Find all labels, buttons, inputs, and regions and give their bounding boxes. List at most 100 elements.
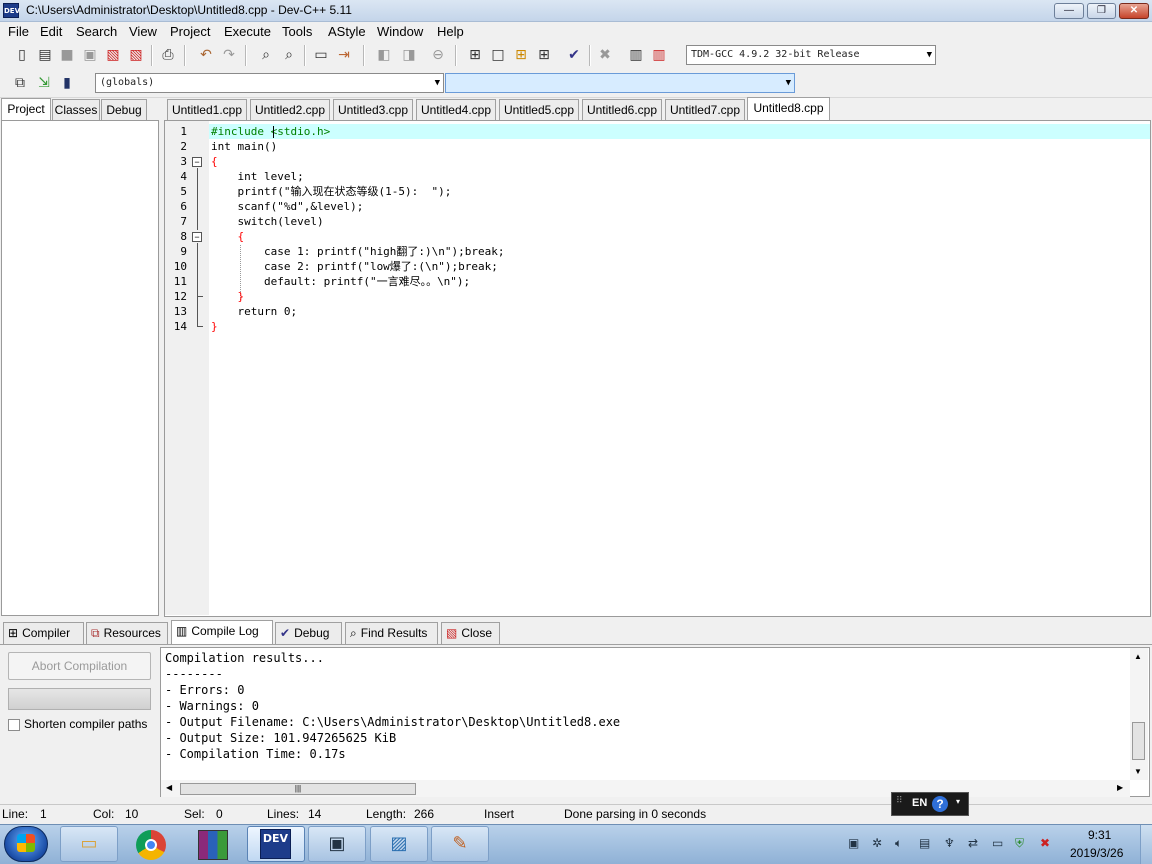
log-vertical-scrollbar[interactable] bbox=[1130, 648, 1148, 780]
tab-compiler[interactable]: ⊞ Compiler bbox=[3, 622, 84, 644]
profile-icon[interactable]: ▥ bbox=[626, 45, 646, 65]
scope-select[interactable]: (globals) ▼ bbox=[95, 73, 444, 93]
drag-handle-icon[interactable]: ⠿ bbox=[896, 796, 903, 806]
print-icon[interactable]: ⎙ bbox=[158, 45, 178, 65]
fold-toggle-icon[interactable]: − bbox=[192, 157, 202, 167]
unindent-icon[interactable]: ◧ bbox=[374, 45, 394, 65]
toggle-comment-icon[interactable]: ⊖ bbox=[428, 45, 448, 65]
code-line-8[interactable]: { bbox=[211, 229, 244, 244]
tray-usb-icon[interactable]: ♆ bbox=[944, 836, 955, 850]
editor-tab-untitled8[interactable]: Untitled8.cpp bbox=[747, 97, 830, 120]
menu-search[interactable]: Search bbox=[76, 24, 117, 39]
help-icon[interactable]: ? bbox=[932, 796, 948, 812]
minimize-button[interactable]: — bbox=[1054, 3, 1084, 19]
code-line-10[interactable]: case 2: printf("low爆了:(\n");break; bbox=[211, 259, 498, 274]
project-tree[interactable] bbox=[1, 120, 159, 616]
log-vertical-scroll-thumb[interactable] bbox=[1132, 722, 1145, 760]
bookmark-icon[interactable]: ⇥ bbox=[334, 45, 354, 65]
scroll-left-icon[interactable]: ◀ bbox=[166, 783, 172, 792]
shorten-paths-checkbox[interactable] bbox=[8, 719, 20, 731]
tray-security-icon[interactable]: ⛨ bbox=[1015, 836, 1024, 851]
new-file-icon[interactable]: ▯ bbox=[12, 45, 32, 65]
tab-compile-log[interactable]: ▥ Compile Log bbox=[171, 620, 273, 644]
goto-line-icon[interactable]: ▭ bbox=[311, 45, 331, 65]
open-file-icon[interactable]: ▤ bbox=[35, 45, 55, 65]
close-button[interactable]: ✕ bbox=[1119, 3, 1149, 19]
code-line-6[interactable]: scanf("%d",&level); bbox=[211, 199, 363, 214]
scroll-right-icon[interactable]: ▶ bbox=[1117, 783, 1123, 792]
taskbar-notepad-icon[interactable]: ▣ bbox=[308, 826, 366, 862]
undo-icon[interactable]: ↶ bbox=[196, 45, 216, 65]
code-line-3[interactable]: { bbox=[211, 154, 218, 169]
code-line-4[interactable]: int level; bbox=[211, 169, 303, 184]
editor-tab-untitled6[interactable]: Untitled6.cpp bbox=[582, 99, 662, 120]
scroll-up-icon[interactable]: ▲ bbox=[1134, 652, 1142, 661]
tab-close[interactable]: ▧ Close bbox=[441, 622, 500, 644]
tab-project[interactable]: Project bbox=[1, 98, 51, 120]
code-line-7[interactable]: switch(level) bbox=[211, 214, 323, 229]
editor-tab-untitled4[interactable]: Untitled4.cpp bbox=[416, 99, 496, 120]
tab-classes[interactable]: Classes bbox=[52, 99, 100, 120]
redo-icon[interactable]: ↷ bbox=[219, 45, 239, 65]
abort-compilation-button[interactable]: Abort Compilation bbox=[8, 652, 151, 680]
syntax-check-icon[interactable]: ✔ bbox=[564, 45, 584, 65]
replace-icon[interactable]: ⌕ bbox=[279, 45, 299, 65]
run-icon[interactable]: □ bbox=[488, 45, 508, 65]
tray-display-icon[interactable]: ▭ bbox=[992, 836, 1003, 850]
tray-network-icon[interactable]: ▣ bbox=[848, 836, 859, 850]
code-line-14[interactable]: } bbox=[211, 319, 218, 334]
shorten-paths-label[interactable]: Shorten compiler paths bbox=[24, 717, 147, 731]
show-desktop-button[interactable] bbox=[1140, 825, 1152, 864]
menu-window[interactable]: Window bbox=[377, 24, 423, 39]
tray-volume-icon[interactable]: 🔈︎ bbox=[895, 836, 902, 851]
delete-profile-icon[interactable]: ▥ bbox=[649, 45, 669, 65]
tab-debug[interactable]: ✔ Debug bbox=[275, 622, 342, 644]
menu-astyle[interactable]: AStyle bbox=[328, 24, 366, 39]
tray-connection-icon[interactable]: ⇄ bbox=[968, 836, 978, 850]
taskbar-paint-icon[interactable]: ✎ bbox=[431, 826, 489, 862]
tray-battery-icon[interactable]: ▤ bbox=[919, 836, 930, 850]
insert-icon[interactable]: ⇲ bbox=[34, 73, 54, 93]
editor-tab-untitled3[interactable]: Untitled3.cpp bbox=[333, 99, 413, 120]
menu-tools[interactable]: Tools bbox=[282, 24, 312, 39]
menu-view[interactable]: View bbox=[129, 24, 157, 39]
compiler-select[interactable]: TDM-GCC 4.9.2 32-bit Release ▼ bbox=[686, 45, 936, 65]
close-all-icon[interactable]: ▧ bbox=[126, 45, 146, 65]
code-line-11[interactable]: default: printf("一言难尽。。\n"); bbox=[211, 274, 470, 289]
code-line-2[interactable]: int main() bbox=[211, 139, 277, 154]
menu-project[interactable]: Project bbox=[170, 24, 210, 39]
taskbar-photo-viewer-icon[interactable]: ▨ bbox=[370, 826, 428, 862]
code-line-1[interactable]: #include <stdio.h> bbox=[211, 124, 330, 139]
menu-edit[interactable]: Edit bbox=[40, 24, 62, 39]
new-project-icon[interactable]: ⧉ bbox=[10, 73, 30, 93]
code-line-5[interactable]: printf("输入现在状态等级(1-5): "); bbox=[211, 184, 451, 199]
toggle-bookmark-icon[interactable]: ▮ bbox=[57, 73, 77, 93]
scroll-down-icon[interactable]: ▼ bbox=[1134, 767, 1142, 776]
tab-resources[interactable]: ⧉ Resources bbox=[86, 622, 168, 644]
find-icon[interactable]: ⌕ bbox=[256, 45, 276, 65]
editor-tab-untitled5[interactable]: Untitled5.cpp bbox=[499, 99, 579, 120]
taskbar-explorer-icon[interactable]: ▭ bbox=[60, 826, 118, 862]
code-line-9[interactable]: case 1: printf("high翻了:)\n");break; bbox=[211, 244, 505, 259]
maximize-button[interactable]: ❐ bbox=[1087, 3, 1116, 19]
tray-gear-icon[interactable]: ✲ bbox=[872, 836, 882, 850]
tab-debug-left[interactable]: Debug bbox=[101, 99, 147, 120]
editor-tab-untitled1[interactable]: Untitled1.cpp bbox=[167, 99, 247, 120]
function-select[interactable]: ▼ bbox=[445, 73, 795, 93]
ime-language[interactable]: EN bbox=[912, 797, 927, 809]
menu-execute[interactable]: Execute bbox=[224, 24, 271, 39]
app-icon[interactable]: DEV bbox=[3, 3, 20, 18]
code-line-12[interactable]: } bbox=[211, 289, 244, 304]
code-line-13[interactable]: return 0; bbox=[211, 304, 297, 319]
fold-toggle-icon[interactable]: − bbox=[192, 232, 202, 242]
compile-icon[interactable]: ⊞ bbox=[465, 45, 485, 65]
menu-file[interactable]: File bbox=[8, 24, 29, 39]
clock-date[interactable]: 2019/3/26 bbox=[1070, 846, 1123, 860]
tab-find-results[interactable]: ⌕ Find Results bbox=[345, 622, 438, 644]
indent-icon[interactable]: ◨ bbox=[399, 45, 419, 65]
tray-alert-icon[interactable]: ✖ bbox=[1040, 836, 1050, 850]
stop-execution-icon[interactable]: ✖ bbox=[595, 45, 615, 65]
ime-options-icon[interactable]: ▾ bbox=[956, 797, 960, 806]
log-horizontal-scroll-thumb[interactable]: ||| bbox=[180, 783, 416, 795]
save-icon[interactable]: ■ bbox=[57, 45, 77, 65]
